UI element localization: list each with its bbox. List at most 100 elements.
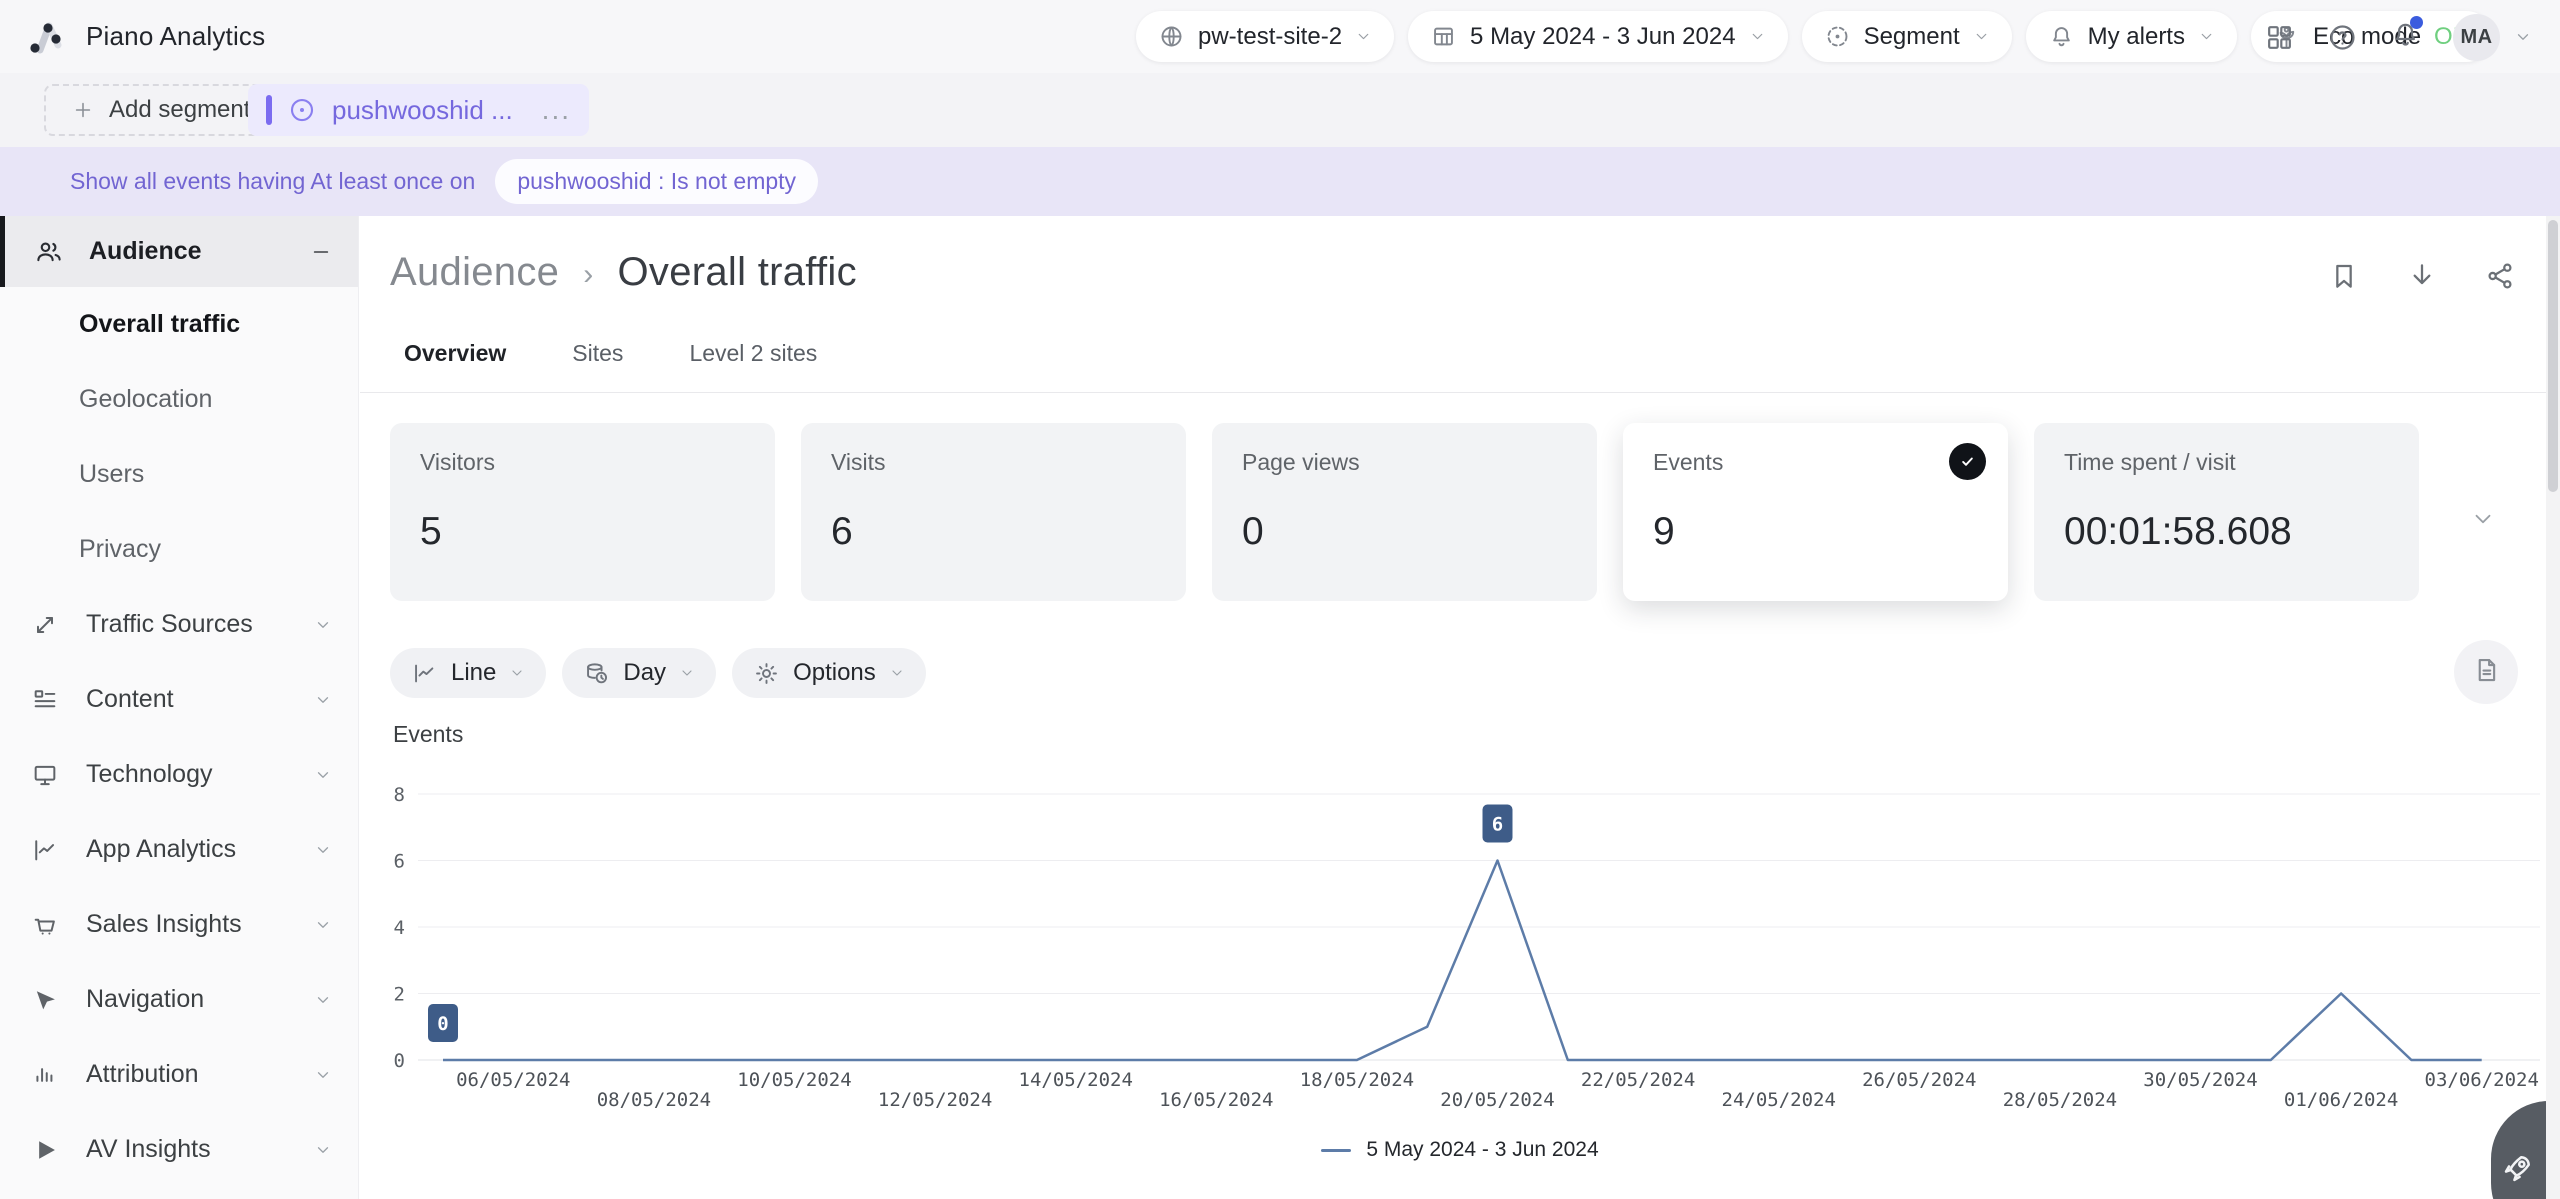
metric-value: 9 [1653,510,1978,554]
breadcrumb-separator: › [583,254,593,292]
chevron-down-icon [314,616,332,634]
chart-type-dropdown[interactable]: Line [390,648,546,698]
chevron-down-icon [1973,28,1990,45]
sidebar-audience-subitems: Overall trafficGeolocationUsersPrivacy [0,287,358,587]
breadcrumb: Audience › Overall traffic [390,250,857,295]
metric-card-time-spent-visit[interactable]: Time spent / visit00:01:58.608 [2034,423,2419,601]
metrics-expand-chevron-icon[interactable] [2470,506,2496,532]
sidebar-section-attribution[interactable]: Attribution [0,1037,358,1112]
share-icon[interactable] [2484,260,2516,292]
page-actions [2328,260,2516,292]
sidebar-section-audience[interactable]: Audience [0,216,358,287]
granularity-dropdown[interactable]: Day [562,648,716,698]
chevron-down-icon [314,766,332,784]
sidebar-section-technology[interactable]: Technology [0,737,358,812]
main-content: Audience › Overall traffic Overview Sites… [360,216,2560,1199]
legend-label: 5 May 2024 - 3 Jun 2024 [1366,1138,1598,1162]
top-bar: Piano Analytics pw-test-site-2 5 May 202… [0,0,2560,73]
chevron-down-icon [889,665,905,681]
download-icon[interactable] [2406,260,2438,292]
selected-check-icon [1949,443,1986,480]
segment-more-menu[interactable]: ... [542,105,571,115]
sidebar-section-av-insights[interactable]: AV Insights [0,1112,358,1187]
options-label: Options [793,659,876,687]
bell-icon [2048,23,2075,50]
y-axis-tick-6: 6 [394,851,405,873]
y-axis-tick-0: 0 [394,1050,405,1072]
add-segment-button[interactable]: Add segment [44,84,278,136]
tab-sites[interactable]: Sites [572,340,623,377]
chevron-down-icon [314,691,332,709]
chevron-down-icon [314,991,332,1009]
sidebar-item-geolocation[interactable]: Geolocation [0,362,358,437]
collapse-minus-icon [310,241,332,263]
segment-selector[interactable]: Segment [1802,11,2012,62]
data-point-badge-value: 0 [437,1013,448,1035]
gear-icon [753,660,780,687]
tabs: Overview Sites Level 2 sites [404,340,817,377]
app-title: Piano Analytics [86,21,265,52]
breadcrumb-parent[interactable]: Audience [390,250,559,295]
sidebar-section-app-analytics[interactable]: App Analytics [0,812,358,887]
events-line-chart: 0246806/05/202408/05/202410/05/202412/05… [360,756,2560,1131]
my-alerts-button[interactable]: My alerts [2026,11,2237,62]
filter-condition-chip[interactable]: pushwooshid : Is not empty [495,159,818,204]
sidebar-section-label: Traffic Sources [86,610,253,639]
user-menu[interactable]: MA [2453,14,2532,61]
sidebar-section-content[interactable]: Content [0,662,358,737]
page-title: Overall traffic [618,250,857,295]
chevron-down-icon [314,841,332,859]
sidebar-section-traffic-sources[interactable]: Traffic Sources [0,587,358,662]
sidebar-section-label: AV Insights [86,1135,211,1164]
legend-line-marker [1321,1149,1351,1152]
site-selector-value: pw-test-site-2 [1198,23,1342,51]
sidebar: Audience Overall trafficGeolocationUsers… [0,216,359,1199]
chart-title: Events [393,721,463,748]
sidebar-item-privacy[interactable]: Privacy [0,512,358,587]
metric-card-visitors[interactable]: Visitors5 [390,423,775,601]
sidebar-item-overall-traffic[interactable]: Overall traffic [0,287,358,362]
site-selector[interactable]: pw-test-site-2 [1136,11,1394,62]
chart-type-value: Line [451,659,496,687]
y-axis-tick-8: 8 [394,784,405,806]
help-icon[interactable] [2327,22,2358,53]
sidebar-section-navigation[interactable]: Navigation [0,962,358,1037]
active-segment-chip[interactable]: pushwooshid ... ... [248,84,589,136]
document-icon [2471,655,2501,690]
bookmark-icon[interactable] [2328,260,2360,292]
chevron-down-icon [679,665,695,681]
chevron-down-icon [314,916,332,934]
x-axis-tick: 28/05/2024 [2003,1089,2117,1111]
date-range-selector[interactable]: 5 May 2024 - 3 Jun 2024 [1408,11,1788,62]
chevron-down-icon [2514,28,2532,46]
sidebar-section-label: Navigation [86,985,204,1014]
app-analytics-icon [30,836,60,864]
sidebar-item-users[interactable]: Users [0,437,358,512]
vertical-scrollbar[interactable] [2546,216,2560,1199]
x-axis-tick: 01/06/2024 [2284,1089,2398,1111]
attribution-icon [30,1061,60,1089]
tab-level-2-sites[interactable]: Level 2 sites [689,340,817,377]
apps-grid-icon[interactable] [2264,22,2295,53]
sidebar-sections: Traffic Sources ContentTechnologyApp Anal… [0,587,358,1187]
technology-icon [30,761,60,789]
report-export-button[interactable] [2454,640,2518,704]
metric-card-visits[interactable]: Visits6 [801,423,1186,601]
metric-label: Time spent / visit [2064,449,2389,476]
chart-controls: Line Day Options [390,648,926,698]
sidebar-section-label: Sales Insights [86,910,242,939]
metric-card-events[interactable]: Events9 [1623,423,2008,601]
options-dropdown[interactable]: Options [732,648,926,698]
tab-overview[interactable]: Overview [404,340,506,377]
chevron-down-icon [509,665,525,681]
av-insights-icon [30,1136,60,1164]
scrollbar-thumb[interactable] [2548,220,2558,492]
globe-icon [1158,23,1185,50]
chevron-down-icon [314,1066,332,1084]
metric-card-page-views[interactable]: Page views0 [1212,423,1597,601]
my-alerts-label: My alerts [2088,23,2185,51]
metric-label: Visitors [420,449,745,476]
notifications-bell-icon[interactable] [2390,19,2421,55]
sidebar-section-sales-insights[interactable]: Sales Insights [0,887,358,962]
chevron-down-icon [314,1141,332,1159]
